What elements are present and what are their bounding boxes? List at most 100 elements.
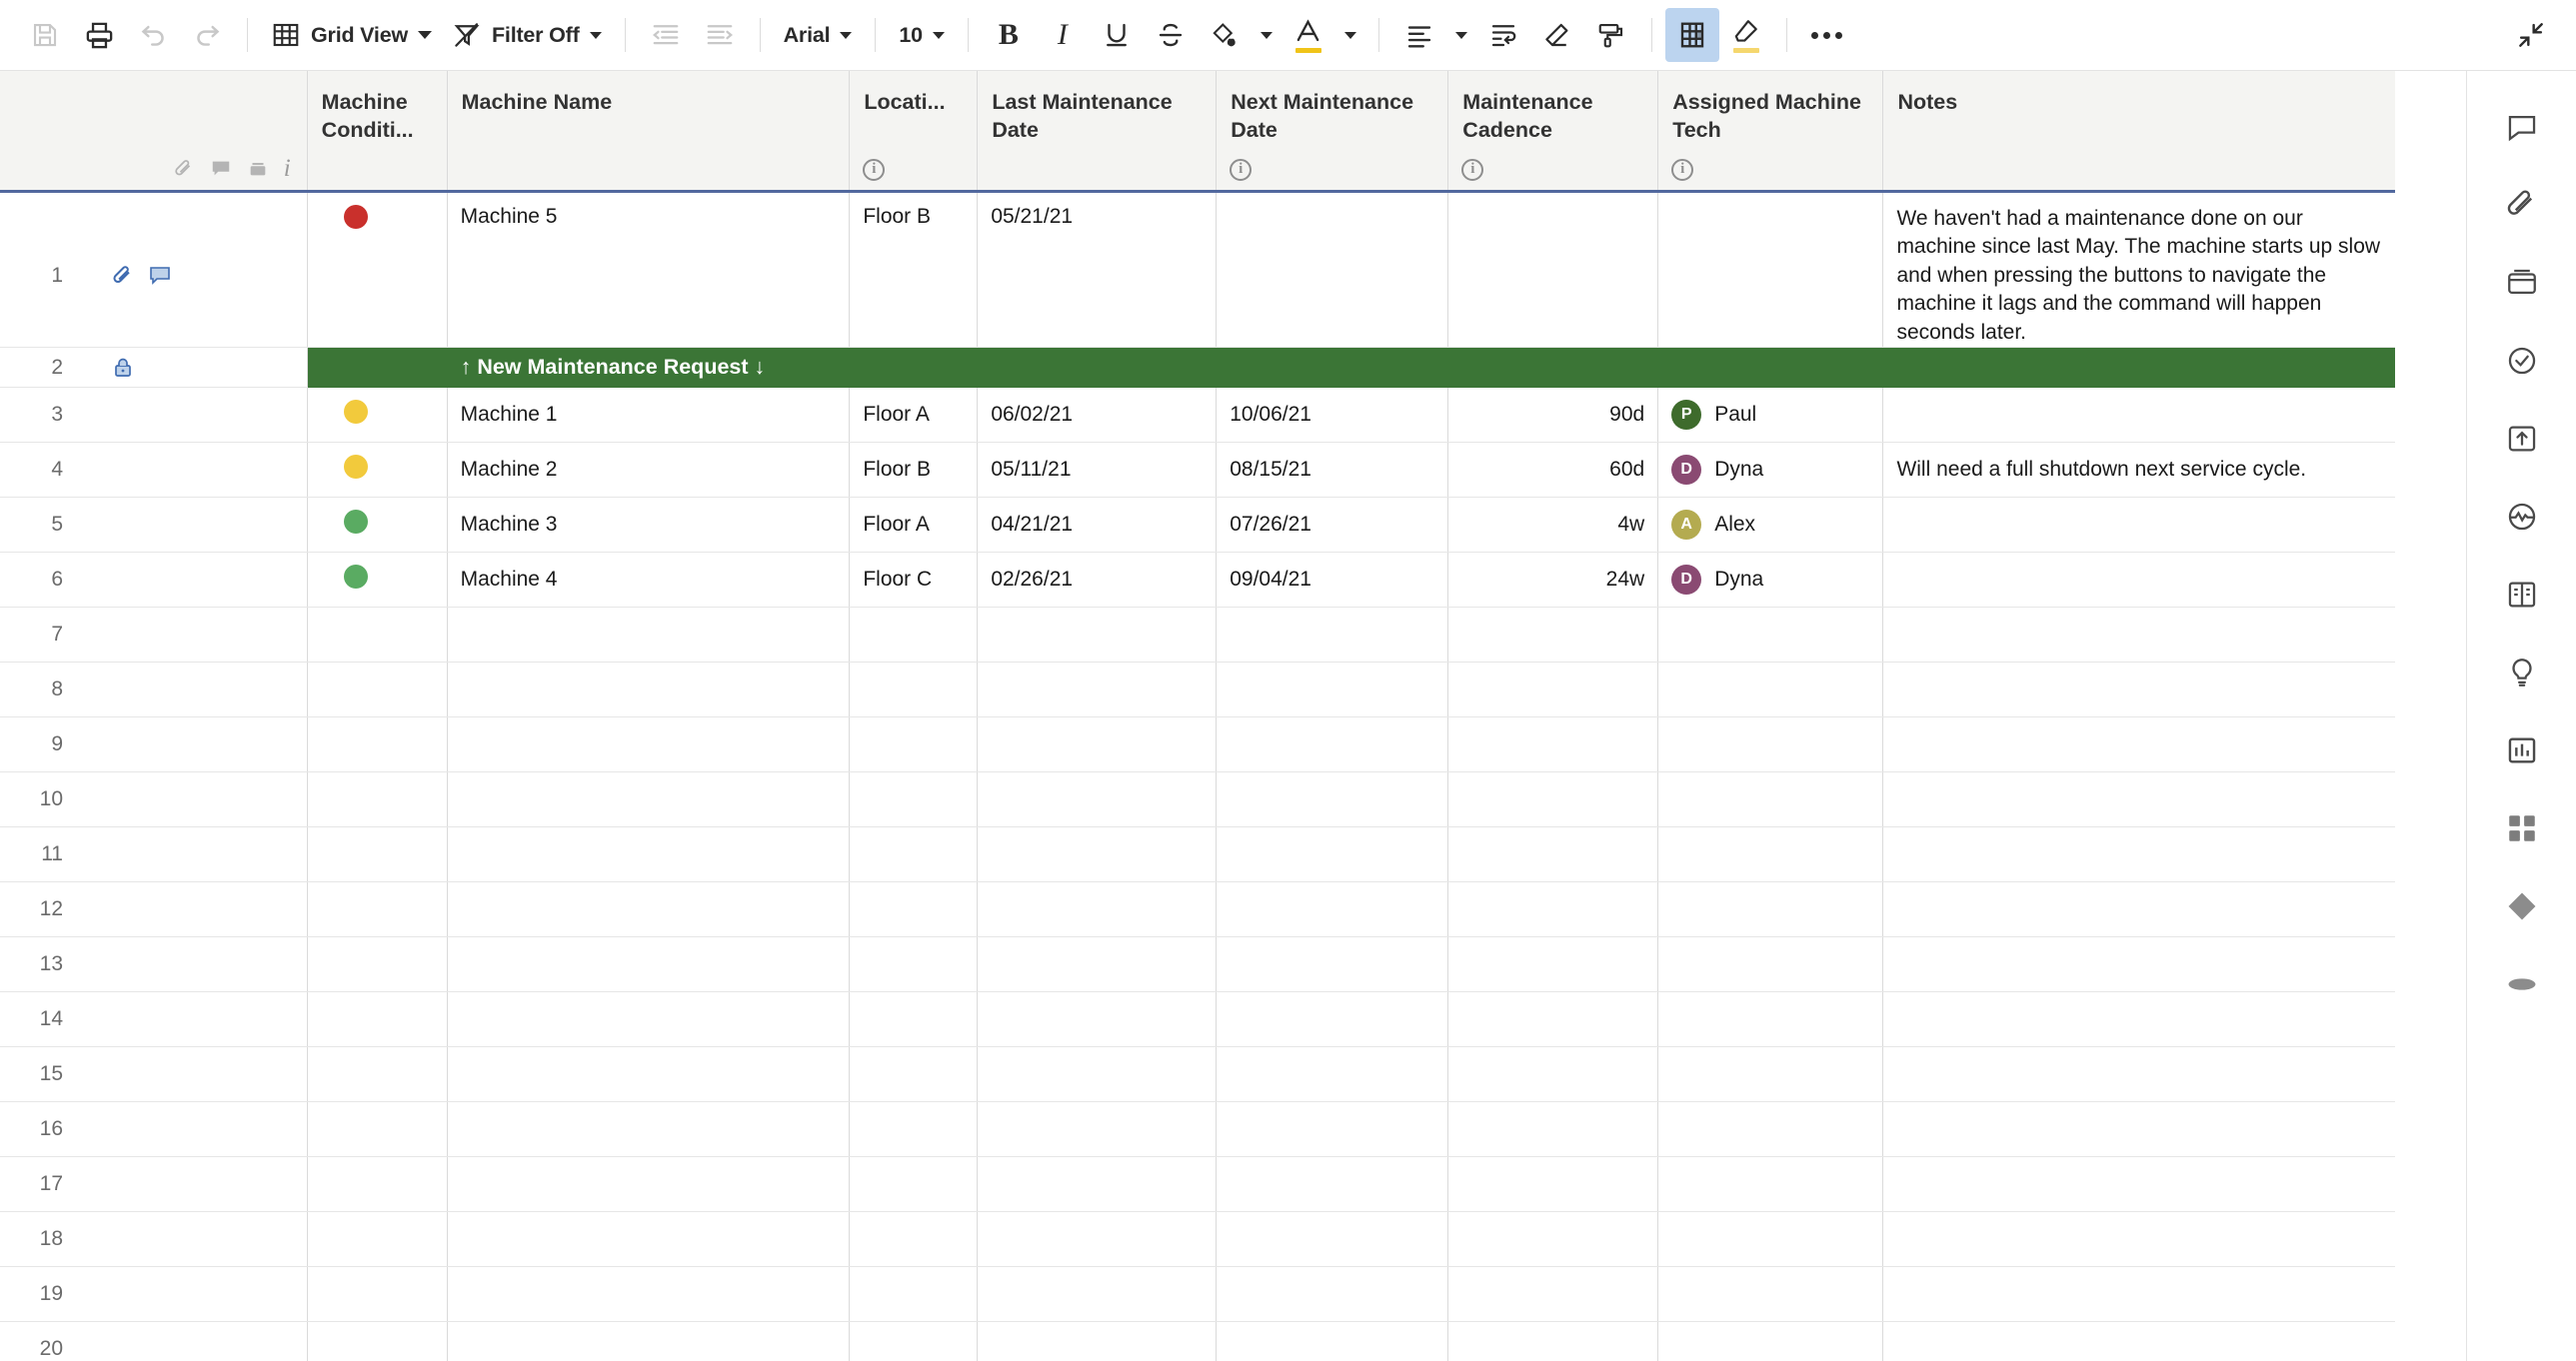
cell-empty[interactable] — [978, 937, 1217, 992]
cell-empty[interactable] — [1217, 1212, 1448, 1267]
cell-empty[interactable] — [1448, 1212, 1658, 1267]
cell-empty[interactable] — [1217, 1267, 1448, 1322]
cell-empty[interactable] — [1217, 717, 1448, 772]
cell-empty[interactable] — [1448, 1322, 1658, 1361]
table-row[interactable]: 7 — [0, 608, 2395, 663]
cell-next-maintenance[interactable]: 09/04/21 — [1217, 553, 1448, 608]
cell-empty[interactable] — [850, 1102, 978, 1157]
cell-cadence[interactable]: 4w — [1448, 498, 1658, 553]
info-icon[interactable]: i — [1461, 159, 1483, 181]
header-system-icons[interactable]: i — [173, 155, 291, 183]
table-row[interactable]: 17 — [0, 1157, 2395, 1212]
info-icon[interactable]: i — [863, 159, 885, 181]
cell-empty[interactable] — [1883, 827, 2395, 882]
cell-empty[interactable] — [447, 827, 850, 882]
header-location[interactable]: Locati... i — [850, 71, 978, 191]
cell-empty[interactable] — [1883, 1047, 2395, 1102]
cell-machine-name[interactable]: Machine 5 — [447, 191, 850, 348]
cell-empty[interactable] — [307, 1102, 447, 1157]
cell-empty[interactable] — [1658, 827, 1883, 882]
cell-empty[interactable] — [1658, 663, 1883, 717]
cell-empty[interactable] — [1217, 882, 1448, 937]
cell-empty[interactable] — [850, 1322, 978, 1361]
cell-empty[interactable] — [1448, 1102, 1658, 1157]
cell-empty[interactable] — [1448, 608, 1658, 663]
cell-empty[interactable] — [447, 992, 850, 1047]
cell-last-maintenance[interactable]: 06/02/21 — [978, 388, 1217, 443]
row-number-cell[interactable]: 16 — [0, 1102, 307, 1157]
redo-button[interactable] — [180, 8, 234, 62]
cell-empty[interactable] — [1217, 1047, 1448, 1102]
cell-empty[interactable] — [850, 1157, 978, 1212]
cell-empty[interactable] — [1448, 827, 1658, 882]
cell-empty[interactable] — [447, 1102, 850, 1157]
cell-empty[interactable] — [307, 882, 447, 937]
font-family-selector[interactable]: Arial — [774, 12, 863, 58]
cell-empty[interactable] — [447, 1047, 850, 1102]
cell-cadence[interactable]: 24w — [1448, 553, 1658, 608]
cell-empty[interactable] — [1883, 608, 2395, 663]
cell-empty[interactable] — [1448, 1267, 1658, 1322]
cell-machine-condition[interactable] — [307, 388, 447, 443]
cell-empty[interactable] — [978, 1322, 1217, 1361]
banner-cell-next[interactable] — [1217, 348, 1448, 388]
row-number-cell[interactable]: 18 — [0, 1212, 307, 1267]
cell-empty[interactable] — [978, 1157, 1217, 1212]
row-indicator-icons[interactable] — [111, 264, 172, 288]
row-number-cell[interactable]: 15 — [0, 1047, 307, 1102]
cell-machine-name[interactable]: Machine 2 — [447, 443, 850, 498]
cell-empty[interactable] — [307, 937, 447, 992]
banner-cell-tech[interactable] — [1658, 348, 1883, 388]
cell-machine-condition[interactable] — [307, 443, 447, 498]
cell-notes[interactable]: We haven't had a maintenance done on our… — [1883, 191, 2395, 348]
row-number-cell[interactable]: 1 — [0, 191, 307, 348]
view-selector[interactable]: Grid View — [261, 12, 442, 58]
banner-row[interactable]: 2 ↑ New Maintenance Request ↓ — [0, 348, 2395, 388]
cell-empty[interactable] — [1217, 1157, 1448, 1212]
cell-empty[interactable] — [978, 882, 1217, 937]
cell-empty[interactable] — [1217, 772, 1448, 827]
cell-empty[interactable] — [978, 772, 1217, 827]
cell-empty[interactable] — [1658, 1102, 1883, 1157]
row-number-cell[interactable]: 9 — [0, 717, 307, 772]
table-row[interactable]: 5 Machine 3 Floor A 04/21/21 07/26/21 4w… — [0, 498, 2395, 553]
row-number-cell[interactable]: 10 — [0, 772, 307, 827]
cell-empty[interactable] — [447, 608, 850, 663]
activity-log-button[interactable] — [2494, 489, 2550, 545]
cell-next-maintenance[interactable]: 10/06/21 — [1217, 388, 1448, 443]
align-dropdown[interactable] — [1446, 8, 1476, 62]
reports-button[interactable] — [2494, 722, 2550, 778]
cell-empty[interactable] — [1658, 937, 1883, 992]
cell-empty[interactable] — [1217, 1322, 1448, 1361]
cell-empty[interactable] — [1448, 1047, 1658, 1102]
table-row[interactable]: 14 — [0, 992, 2395, 1047]
automation-button[interactable] — [2494, 878, 2550, 934]
cell-empty[interactable] — [1883, 772, 2395, 827]
row-number-cell[interactable]: 13 — [0, 937, 307, 992]
row-number-cell[interactable]: 17 — [0, 1157, 307, 1212]
italic-button[interactable]: I — [1036, 8, 1090, 62]
decrease-indent-button[interactable] — [639, 8, 693, 62]
row-number-cell[interactable]: 19 — [0, 1267, 307, 1322]
cell-last-maintenance[interactable]: 05/21/21 — [978, 191, 1217, 348]
cell-empty[interactable] — [1448, 992, 1658, 1047]
cell-empty[interactable] — [1217, 937, 1448, 992]
cell-next-maintenance[interactable] — [1217, 191, 1448, 348]
summary-button[interactable] — [2494, 567, 2550, 623]
banner-cell-label[interactable]: ↑ New Maintenance Request ↓ — [447, 348, 850, 388]
sheet[interactable]: i Machine Conditi... Machine Name Locati… — [0, 71, 2466, 1361]
header-assigned-machine-tech[interactable]: Assigned Machine Tech i — [1658, 71, 1883, 191]
table-row[interactable]: 20 — [0, 1322, 2395, 1361]
header-machine-name[interactable]: Machine Name — [447, 71, 850, 191]
cell-empty[interactable] — [978, 1047, 1217, 1102]
underline-button[interactable] — [1090, 8, 1144, 62]
cell-tech[interactable]: A Alex — [1658, 498, 1883, 553]
header-maintenance-cadence[interactable]: Maintenance Cadence i — [1448, 71, 1658, 191]
table-row[interactable]: 16 — [0, 1102, 2395, 1157]
cell-empty[interactable] — [1658, 1047, 1883, 1102]
table-row[interactable]: 8 — [0, 663, 2395, 717]
cell-notes[interactable]: Will need a full shutdown next service c… — [1883, 443, 2395, 498]
info-icon[interactable]: i — [1671, 159, 1693, 181]
cell-empty[interactable] — [978, 992, 1217, 1047]
cell-empty[interactable] — [1658, 717, 1883, 772]
